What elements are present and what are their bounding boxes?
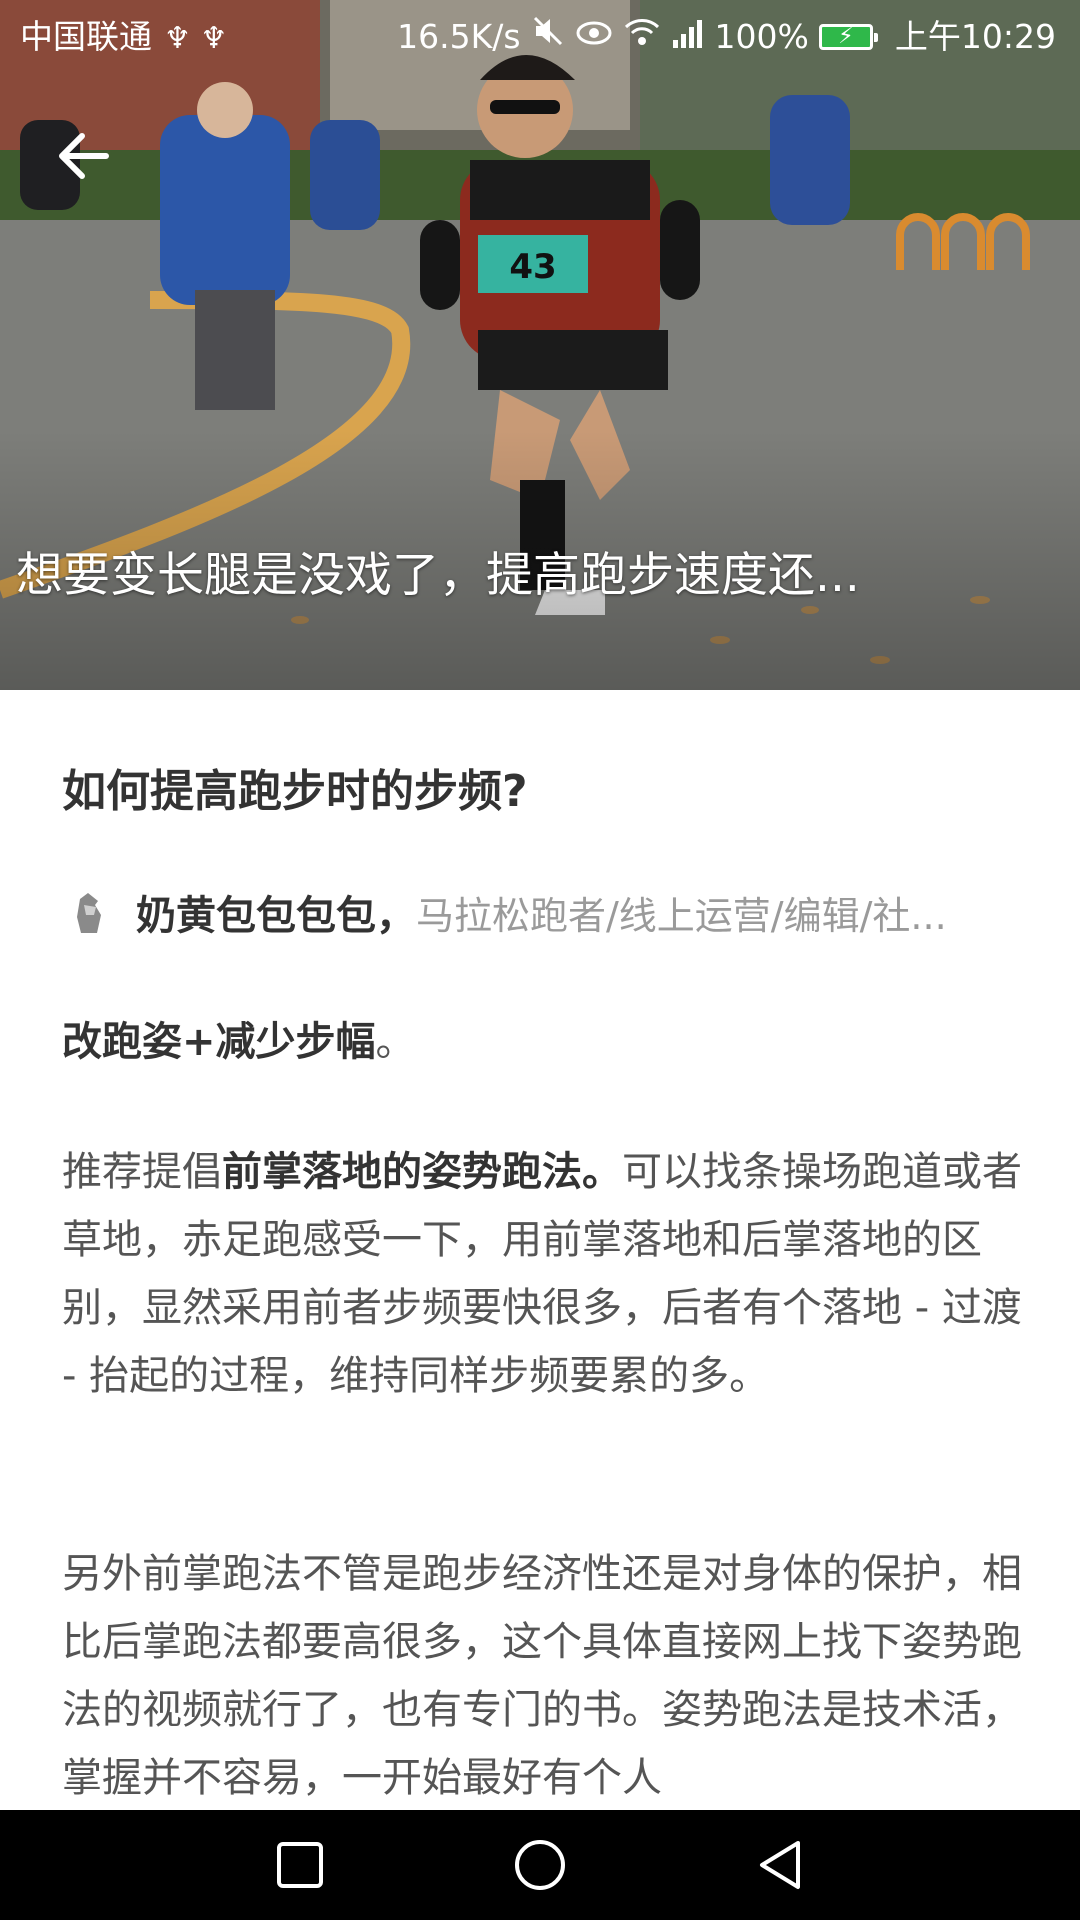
article-body[interactable]: 如何提高跑步时的步频? 奶黄包包包包，马拉松跑者/线上运营/编辑/社... 改跑… (0, 690, 1080, 1810)
battery-percent: 100% (714, 17, 809, 56)
paragraph-3: 另外前掌跑法不管是跑步经济性还是对身体的保护，相比后掌跑法都要高很多，这个具体直… (62, 1551, 1022, 1801)
question-title[interactable]: 如何提高跑步时的步频? (62, 762, 528, 822)
paragraph-1-bold: 改跑姿+减少步幅 (62, 1019, 376, 1065)
eye-icon (575, 0, 613, 74)
author-name[interactable]: 奶黄包包包包 (136, 883, 376, 941)
recents-square-icon[interactable] (270, 1835, 330, 1895)
author-row[interactable]: 奶黄包包包包，马拉松跑者/线上运营/编辑/社... (62, 882, 1022, 942)
paragraph-2-bold: 前掌落地的姿势跑法。 (222, 1149, 622, 1195)
wifi-icon (623, 0, 661, 74)
carrier-label: 中国联通 (20, 17, 152, 56)
avatar[interactable] (62, 885, 116, 939)
home-circle-icon[interactable] (510, 1835, 570, 1895)
usb-icon: ♆ ♆ (164, 21, 228, 56)
paragraph-2: 推荐提倡前掌落地的姿势跑法。可以找条操场跑道或者草地，赤足跑感受一下，用前掌落地… (62, 1138, 1022, 1410)
back-triangle-icon[interactable] (750, 1835, 810, 1895)
paragraph-1-end: 。 (375, 1019, 416, 1065)
runner-bib: 43 (509, 247, 556, 287)
hero-title[interactable]: 想要变长腿是没戏了，提高跑步速度还... (16, 546, 1056, 606)
paragraph-1: 改跑姿+减少步幅。 (62, 1008, 1022, 1076)
back-arrow-icon[interactable] (54, 126, 114, 186)
net-speed: 16.5K/s (397, 17, 521, 56)
paragraph-2-pre: 推荐提倡 (62, 1149, 222, 1195)
author-bio: 马拉松跑者/线上运营/编辑/社... (416, 893, 947, 938)
mute-icon (531, 0, 565, 74)
author-separator: ， (376, 893, 416, 939)
clock: 上午10:29 (894, 17, 1056, 56)
hero-image: 43 想要变长腿是没戏了，提高跑步速度还... (0, 0, 1080, 690)
status-bar: 中国联通 ♆ ♆ 16.5K/s 4G 100% ⚡ 上午10:29 (0, 0, 1080, 74)
battery-icon: ⚡ (818, 24, 878, 50)
signal-icon: 4G (671, 0, 705, 74)
navigation-bar (0, 1810, 1080, 1920)
